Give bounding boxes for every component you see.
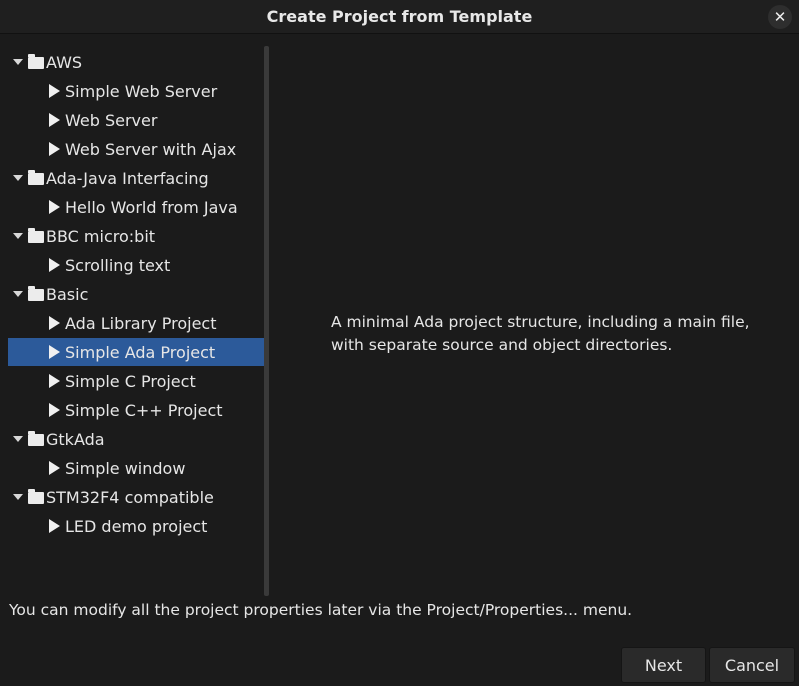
tree-category-row[interactable]: AWS xyxy=(8,48,264,76)
tree-row-label: Hello World from Java xyxy=(65,197,238,217)
play-arrow-icon xyxy=(49,84,60,98)
tree-row-label: LED demo project xyxy=(65,516,208,536)
tree-row-label: Simple Ada Project xyxy=(65,342,216,362)
title-bar: Create Project from Template ✕ xyxy=(0,0,799,34)
tree-template-row[interactable]: LED demo project xyxy=(8,512,264,540)
tree-row-label: Simple C++ Project xyxy=(65,400,223,420)
tree-row-label: BBC micro:bit xyxy=(46,226,156,246)
tree-template-row[interactable]: Simple Ada Project xyxy=(8,338,264,366)
tree-row-label: GtkAda xyxy=(46,429,105,449)
description-line-1: A minimal Ada project structure, includi… xyxy=(331,313,750,331)
expander-arrow-down-icon[interactable] xyxy=(13,175,23,181)
tree-template-row[interactable]: Simple C++ Project xyxy=(8,396,264,424)
tree-row-label: Web Server with Ajax xyxy=(65,139,237,159)
expander-arrow-down-icon[interactable] xyxy=(13,59,23,65)
folder-icon xyxy=(28,286,44,301)
template-description: A minimal Ada project structure, includi… xyxy=(331,311,771,357)
expander-arrow-down-icon[interactable] xyxy=(13,291,23,297)
tree-template-row[interactable]: Scrolling text xyxy=(8,251,264,279)
tree-scrollbar[interactable] xyxy=(264,46,269,596)
tree-category-row[interactable]: STM32F4 compatible xyxy=(8,483,264,511)
properties-hint: You can modify all the project propertie… xyxy=(9,601,633,619)
tree-template-row[interactable]: Web Server with Ajax xyxy=(8,135,264,163)
play-arrow-icon xyxy=(49,113,60,127)
tree-category-row[interactable]: Ada-Java Interfacing xyxy=(8,164,264,192)
tree-category-row[interactable]: GtkAda xyxy=(8,425,264,453)
tree-row-label: Web Server xyxy=(65,110,158,130)
play-arrow-icon xyxy=(49,258,60,272)
tree-template-row[interactable]: Simple window xyxy=(8,454,264,482)
tree-row-label: Basic xyxy=(46,284,89,304)
play-arrow-icon xyxy=(49,461,60,475)
folder-icon xyxy=(28,170,44,185)
tree-category-row[interactable]: BBC micro:bit xyxy=(8,222,264,250)
tree-row-label: Simple Web Server xyxy=(65,81,218,101)
play-arrow-icon xyxy=(49,374,60,388)
folder-icon xyxy=(28,489,44,504)
create-project-dialog: Create Project from Template ✕ AWS Simple… xyxy=(0,0,799,686)
folder-icon xyxy=(28,431,44,446)
next-button[interactable]: Next xyxy=(621,647,706,683)
play-arrow-icon xyxy=(49,519,60,533)
dialog-title: Create Project from Template xyxy=(266,7,533,26)
play-arrow-icon xyxy=(49,345,60,359)
description-line-2: with separate source and object director… xyxy=(331,336,673,354)
tree-row-label: Simple C Project xyxy=(65,371,196,391)
close-icon: ✕ xyxy=(773,7,787,26)
tree-template-row[interactable]: Simple Web Server xyxy=(8,77,264,105)
expander-arrow-down-icon[interactable] xyxy=(13,436,23,442)
tree-template-row[interactable]: Simple C Project xyxy=(8,367,264,395)
play-arrow-icon xyxy=(49,200,60,214)
play-arrow-icon xyxy=(49,316,60,330)
folder-icon xyxy=(28,54,44,69)
tree-row-label: Ada-Java Interfacing xyxy=(46,168,209,188)
tree-row-label: Scrolling text xyxy=(65,255,171,275)
tree-template-row[interactable]: Web Server xyxy=(8,106,264,134)
play-arrow-icon xyxy=(49,142,60,156)
tree-row-label: AWS xyxy=(46,52,83,72)
tree-category-row[interactable]: Basic xyxy=(8,280,264,308)
tree-row-label: Simple window xyxy=(65,458,186,478)
close-button[interactable]: ✕ xyxy=(768,5,792,29)
expander-arrow-down-icon[interactable] xyxy=(13,494,23,500)
folder-icon xyxy=(28,228,44,243)
play-arrow-icon xyxy=(49,403,60,417)
tree-row-label: STM32F4 compatible xyxy=(46,487,214,507)
template-tree: AWS Simple Web Server Web Server Web Server… xyxy=(8,46,266,596)
expander-arrow-down-icon[interactable] xyxy=(13,233,23,239)
tree-template-row[interactable]: Hello World from Java xyxy=(8,193,264,221)
tree-template-row[interactable]: Ada Library Project xyxy=(8,309,264,337)
cancel-button[interactable]: Cancel xyxy=(709,647,795,683)
tree-row-label: Ada Library Project xyxy=(65,313,217,333)
